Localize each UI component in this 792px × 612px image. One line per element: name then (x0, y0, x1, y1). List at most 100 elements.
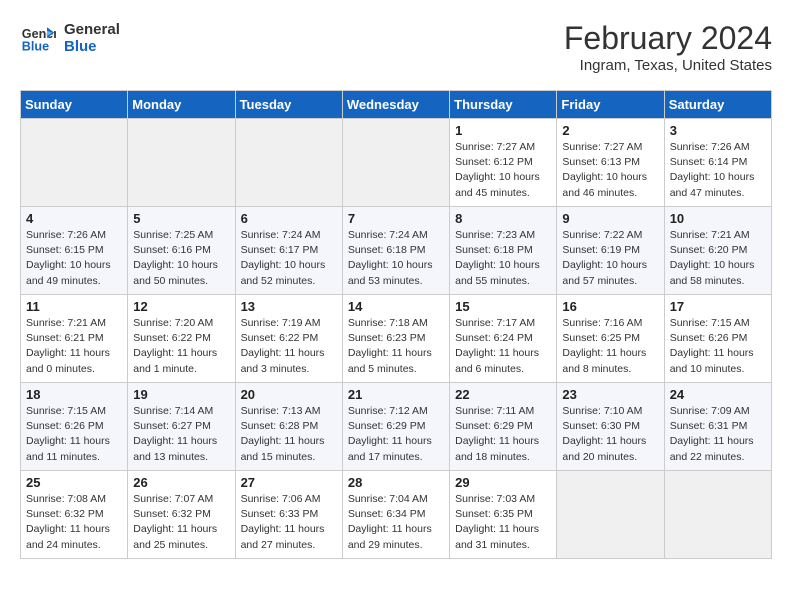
day-info: Sunrise: 7:25 AMSunset: 6:16 PMDaylight:… (133, 228, 229, 289)
calendar-cell: 10 Sunrise: 7:21 AMSunset: 6:20 PMDayligh… (664, 207, 771, 295)
day-number: 22 (455, 387, 551, 402)
day-number: 14 (348, 299, 444, 314)
day-number: 15 (455, 299, 551, 314)
calendar-cell: 4Sunrise: 7:26 AMSunset: 6:15 PMDaylight… (21, 207, 128, 295)
month-title: February 2024 (564, 20, 772, 57)
calendar-cell: 28 Sunrise: 7:04 AMSunset: 6:34 PMDayligh… (342, 471, 449, 559)
day-info: Sunrise: 7:24 AMSunset: 6:18 PMDaylight:… (348, 228, 444, 289)
day-info: Sunrise: 7:22 AMSunset: 6:19 PMDaylight:… (562, 228, 658, 289)
calendar-cell: 6 Sunrise: 7:24 AMSunset: 6:17 PMDaylight… (235, 207, 342, 295)
calendar-header-row: SundayMondayTuesdayWednesdayThursdayFrid… (21, 91, 772, 119)
day-info: Sunrise: 7:12 AMSunset: 6:29 PMDaylight:… (348, 404, 444, 465)
location-title: Ingram, Texas, United States (564, 57, 772, 74)
day-number: 29 (455, 475, 551, 490)
day-number: 8 (455, 211, 551, 226)
day-info: Sunrise: 7:17 AMSunset: 6:24 PMDaylight:… (455, 316, 551, 377)
day-info: Sunrise: 7:19 AMSunset: 6:22 PMDaylight:… (241, 316, 337, 377)
calendar-week-row: 11Sunrise: 7:21 AMSunset: 6:21 PMDayligh… (21, 295, 772, 383)
day-info: Sunrise: 7:21 AMSunset: 6:21 PMDaylight:… (26, 316, 122, 377)
day-number: 21 (348, 387, 444, 402)
day-number: 23 (562, 387, 658, 402)
day-number: 16 (562, 299, 658, 314)
calendar-cell: 29 Sunrise: 7:03 AMSunset: 6:35 PMDayligh… (450, 471, 557, 559)
day-info: Sunrise: 7:27 AMSunset: 6:13 PMDaylight:… (562, 140, 658, 201)
day-info: Sunrise: 7:27 AMSunset: 6:12 PMDaylight:… (455, 140, 551, 201)
day-info: Sunrise: 7:10 AMSunset: 6:30 PMDaylight:… (562, 404, 658, 465)
calendar-cell: 17 Sunrise: 7:15 AMSunset: 6:26 PMDayligh… (664, 295, 771, 383)
logo: General Blue General Blue (20, 20, 120, 56)
day-number: 17 (670, 299, 766, 314)
calendar-week-row: 25Sunrise: 7:08 AMSunset: 6:32 PMDayligh… (21, 471, 772, 559)
day-info: Sunrise: 7:26 AMSunset: 6:14 PMDaylight:… (670, 140, 766, 201)
day-info: Sunrise: 7:15 AMSunset: 6:26 PMDaylight:… (26, 404, 122, 465)
title-block: February 2024 Ingram, Texas, United Stat… (564, 20, 772, 74)
day-info: Sunrise: 7:24 AMSunset: 6:17 PMDaylight:… (241, 228, 337, 289)
day-info: Sunrise: 7:21 AMSunset: 6:20 PMDaylight:… (670, 228, 766, 289)
day-header-saturday: Saturday (664, 91, 771, 119)
day-number: 1 (455, 123, 551, 138)
day-info: Sunrise: 7:18 AMSunset: 6:23 PMDaylight:… (348, 316, 444, 377)
calendar-cell: 27Sunrise: 7:06 AMSunset: 6:33 PMDayligh… (235, 471, 342, 559)
day-number: 12 (133, 299, 229, 314)
day-info: Sunrise: 7:13 AMSunset: 6:28 PMDaylight:… (241, 404, 337, 465)
day-header-monday: Monday (128, 91, 235, 119)
calendar-cell: 15 Sunrise: 7:17 AMSunset: 6:24 PMDayligh… (450, 295, 557, 383)
day-number: 5 (133, 211, 229, 226)
day-number: 2 (562, 123, 658, 138)
calendar-cell: 12 Sunrise: 7:20 AMSunset: 6:22 PMDayligh… (128, 295, 235, 383)
calendar-cell (557, 471, 664, 559)
calendar-cell (21, 119, 128, 207)
logo-general: General (64, 21, 120, 38)
calendar-cell: 9 Sunrise: 7:22 AMSunset: 6:19 PMDaylight… (557, 207, 664, 295)
day-info: Sunrise: 7:03 AMSunset: 6:35 PMDaylight:… (455, 492, 551, 553)
day-number: 28 (348, 475, 444, 490)
day-number: 13 (241, 299, 337, 314)
day-info: Sunrise: 7:08 AMSunset: 6:32 PMDaylight:… (26, 492, 122, 553)
calendar-table: SundayMondayTuesdayWednesdayThursdayFrid… (20, 90, 772, 559)
day-info: Sunrise: 7:23 AMSunset: 6:18 PMDaylight:… (455, 228, 551, 289)
day-number: 9 (562, 211, 658, 226)
day-number: 7 (348, 211, 444, 226)
day-info: Sunrise: 7:20 AMSunset: 6:22 PMDaylight:… (133, 316, 229, 377)
calendar-cell: 5 Sunrise: 7:25 AMSunset: 6:16 PMDaylight… (128, 207, 235, 295)
day-number: 20 (241, 387, 337, 402)
calendar-week-row: 1 Sunrise: 7:27 AMSunset: 6:12 PMDaylight… (21, 119, 772, 207)
calendar-cell: 7 Sunrise: 7:24 AMSunset: 6:18 PMDaylight… (342, 207, 449, 295)
calendar-week-row: 4Sunrise: 7:26 AMSunset: 6:15 PMDaylight… (21, 207, 772, 295)
day-info: Sunrise: 7:15 AMSunset: 6:26 PMDaylight:… (670, 316, 766, 377)
day-info: Sunrise: 7:26 AMSunset: 6:15 PMDaylight:… (26, 228, 122, 289)
day-number: 19 (133, 387, 229, 402)
day-number: 6 (241, 211, 337, 226)
calendar-cell: 11Sunrise: 7:21 AMSunset: 6:21 PMDayligh… (21, 295, 128, 383)
day-header-friday: Friday (557, 91, 664, 119)
day-number: 24 (670, 387, 766, 402)
calendar-cell: 25Sunrise: 7:08 AMSunset: 6:32 PMDayligh… (21, 471, 128, 559)
day-info: Sunrise: 7:09 AMSunset: 6:31 PMDaylight:… (670, 404, 766, 465)
calendar-cell: 21 Sunrise: 7:12 AMSunset: 6:29 PMDayligh… (342, 383, 449, 471)
calendar-week-row: 18 Sunrise: 7:15 AMSunset: 6:26 PMDayligh… (21, 383, 772, 471)
day-info: Sunrise: 7:07 AMSunset: 6:32 PMDaylight:… (133, 492, 229, 553)
day-number: 10 (670, 211, 766, 226)
day-info: Sunrise: 7:04 AMSunset: 6:34 PMDaylight:… (348, 492, 444, 553)
calendar-cell (664, 471, 771, 559)
day-header-thursday: Thursday (450, 91, 557, 119)
day-number: 18 (26, 387, 122, 402)
calendar-cell: 26 Sunrise: 7:07 AMSunset: 6:32 PMDayligh… (128, 471, 235, 559)
logo-icon: General Blue (20, 20, 56, 56)
calendar-cell (235, 119, 342, 207)
day-info: Sunrise: 7:14 AMSunset: 6:27 PMDaylight:… (133, 404, 229, 465)
day-number: 26 (133, 475, 229, 490)
calendar-cell: 18 Sunrise: 7:15 AMSunset: 6:26 PMDayligh… (21, 383, 128, 471)
calendar-cell: 14 Sunrise: 7:18 AMSunset: 6:23 PMDayligh… (342, 295, 449, 383)
page-header: General Blue General Blue February 2024 … (20, 20, 772, 74)
calendar-cell: 8 Sunrise: 7:23 AMSunset: 6:18 PMDaylight… (450, 207, 557, 295)
day-header-tuesday: Tuesday (235, 91, 342, 119)
calendar-cell: 23 Sunrise: 7:10 AMSunset: 6:30 PMDayligh… (557, 383, 664, 471)
calendar-cell: 1 Sunrise: 7:27 AMSunset: 6:12 PMDaylight… (450, 119, 557, 207)
calendar-cell: 22Sunrise: 7:11 AMSunset: 6:29 PMDayligh… (450, 383, 557, 471)
calendar-cell (342, 119, 449, 207)
day-number: 3 (670, 123, 766, 138)
calendar-cell: 2 Sunrise: 7:27 AMSunset: 6:13 PMDaylight… (557, 119, 664, 207)
day-info: Sunrise: 7:06 AMSunset: 6:33 PMDaylight:… (241, 492, 337, 553)
svg-text:Blue: Blue (22, 40, 49, 54)
